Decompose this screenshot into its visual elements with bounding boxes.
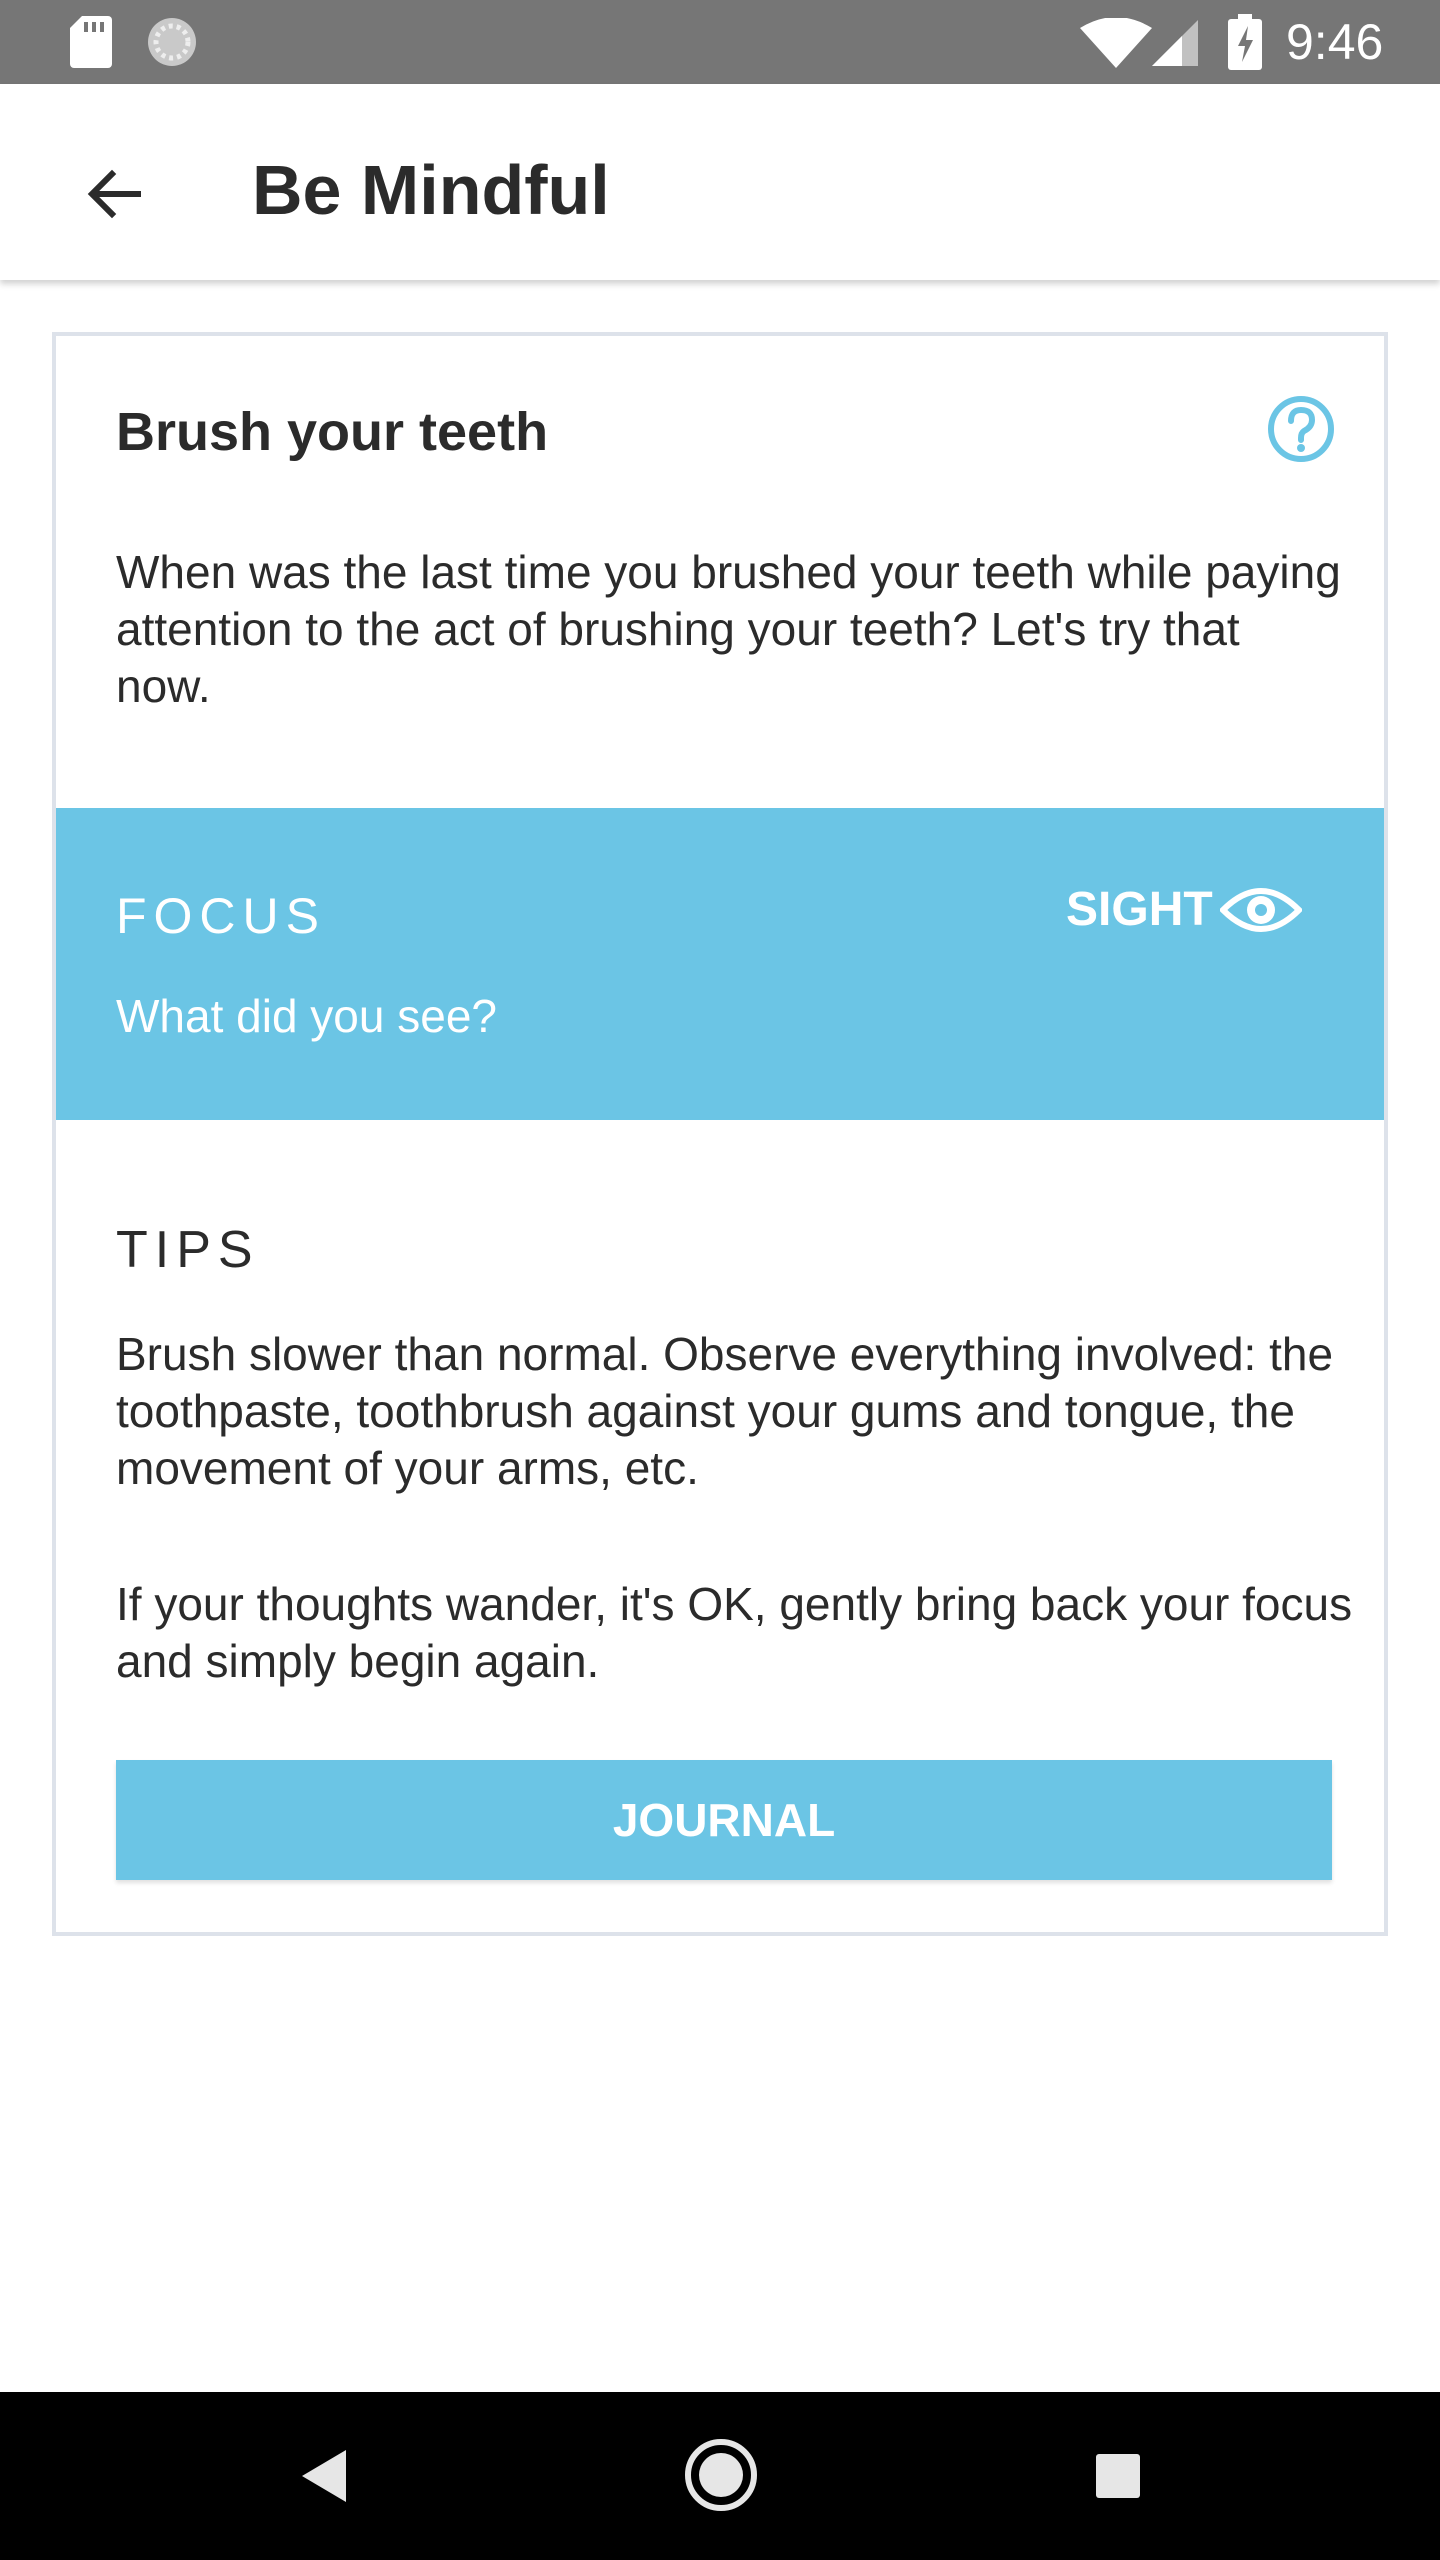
tips-paragraph: If your thoughts wander, it's OK, gently…: [116, 1578, 1353, 1687]
sense-label: SIGHT: [1066, 883, 1213, 936]
eye-icon: [1220, 888, 1302, 932]
focus-panel: FOCUS SIGHT What did you see?: [56, 808, 1384, 1120]
app-bar: Be Mindful: [0, 84, 1440, 280]
focus-question: What did you see?: [116, 990, 498, 1042]
wifi-icon: [1080, 18, 1152, 68]
back-button[interactable]: [54, 134, 174, 254]
exercise-card: Brush your teeth When was the last time …: [52, 332, 1388, 1936]
nav-back-icon[interactable]: [290, 2436, 362, 2516]
nav-recent-icon[interactable]: [1088, 2440, 1148, 2512]
system-nav-bar: [0, 2392, 1440, 2560]
tips-heading: TIPS: [116, 1221, 260, 1279]
tips-paragraph: Brush slower than normal. Observe everyt…: [116, 1328, 1334, 1494]
page-title: Be Mindful: [252, 151, 610, 229]
arrow-left-icon: [87, 169, 141, 219]
focus-label: FOCUS: [116, 888, 326, 944]
sd-card-icon: [70, 16, 112, 68]
exercise-title: Brush your teeth: [116, 402, 549, 462]
signal-icon: [1152, 20, 1198, 66]
journal-button[interactable]: JOURNAL: [116, 1760, 1332, 1880]
exercise-description: When was the last time you brushed your …: [116, 546, 1341, 712]
status-time: 9:46: [1286, 14, 1384, 70]
sync-icon: [148, 18, 196, 66]
question-circle-icon[interactable]: [1266, 394, 1336, 464]
status-bar: 9:46: [0, 0, 1440, 84]
battery-charging-icon: [1228, 14, 1262, 70]
nav-home-icon[interactable]: [680, 2434, 762, 2516]
